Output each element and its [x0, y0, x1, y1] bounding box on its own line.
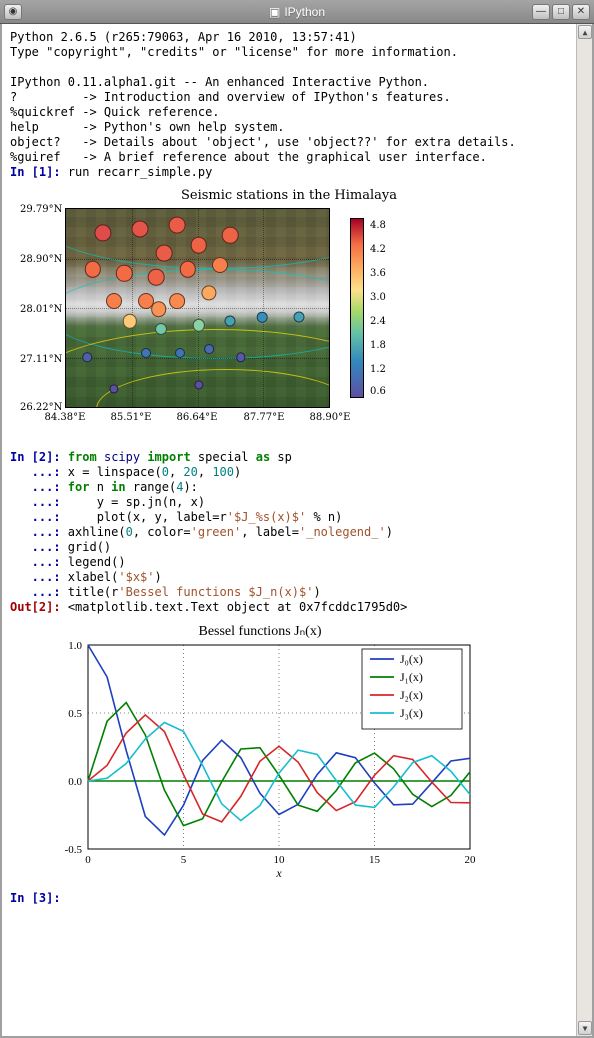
- vertical-scrollbar[interactable]: ▲ ▼: [576, 24, 592, 1036]
- colorbar-tick: 4.2: [370, 244, 386, 257]
- input-cell-2: In [2]: from scipy import special as sp …: [10, 450, 568, 615]
- seismic-station: [212, 257, 228, 273]
- colorbar-tick: 2.4: [370, 316, 386, 329]
- ipython-terminal[interactable]: Python 2.6.5 (r265:79063, Apr 16 2010, 1…: [2, 24, 576, 1036]
- window-title: IPython: [284, 5, 325, 19]
- colorbar-tick: 3.6: [370, 268, 386, 281]
- svg-text:0.5: 0.5: [68, 708, 82, 720]
- seismic-station: [141, 348, 151, 358]
- seismic-station: [132, 221, 149, 238]
- scroll-down-button[interactable]: ▼: [578, 1021, 592, 1035]
- seismic-xtick: 88.90°E: [310, 412, 351, 425]
- seismic-xtick: 86.64°E: [177, 412, 218, 425]
- colorbar-tick: 0.6: [370, 386, 386, 399]
- svg-text:20: 20: [465, 854, 477, 866]
- bessel-title: Bessel functions Jₙ(x): [198, 624, 321, 639]
- input-cell-1: In [1]: run recarr_simple.py: [10, 165, 568, 180]
- seismic-ytick: 28.90°N: [20, 254, 62, 267]
- svg-text:-0.5: -0.5: [65, 844, 83, 856]
- seismic-station: [151, 301, 167, 317]
- content-pane: Python 2.6.5 (r265:79063, Apr 16 2010, 1…: [0, 24, 594, 1038]
- svg-text:10: 10: [274, 854, 286, 866]
- seismic-station: [155, 323, 167, 335]
- seismic-title: Seismic stations in the Himalaya: [10, 188, 568, 204]
- colorbar-tick: 4.8: [370, 220, 386, 233]
- svg-text:x: x: [275, 866, 282, 880]
- seismic-xtick: 85.51°E: [111, 412, 152, 425]
- seismic-map: [65, 208, 330, 408]
- colorbar-tick: 1.2: [370, 364, 386, 377]
- seismic-station: [156, 245, 173, 262]
- seismic-station: [148, 269, 165, 286]
- seismic-station: [225, 316, 236, 327]
- seismic-xtick: 84.38°E: [45, 412, 86, 425]
- seismic-ytick: 29.79°N: [20, 204, 62, 217]
- close-button[interactable]: ✕: [572, 4, 590, 20]
- maximize-button[interactable]: □: [552, 4, 570, 20]
- seismic-station: [84, 261, 100, 277]
- seismic-station: [222, 227, 239, 244]
- seismic-station: [169, 293, 185, 309]
- svg-text:0: 0: [85, 854, 91, 866]
- svg-text:15: 15: [369, 854, 381, 866]
- seismic-xtick: 87.77°E: [244, 412, 285, 425]
- svg-text:J₃(x): J₃(x): [400, 706, 423, 720]
- svg-text:J₁(x): J₁(x): [400, 670, 423, 684]
- window-menu-button[interactable]: ◉: [4, 4, 22, 20]
- seismic-colorbar: [350, 218, 364, 398]
- seismic-station: [175, 348, 185, 358]
- window-titlebar: ◉ ▣ IPython — □ ✕: [0, 0, 594, 24]
- python-banner: Python 2.6.5 (r265:79063, Apr 16 2010, 1…: [10, 30, 568, 165]
- colorbar-tick: 3.0: [370, 292, 386, 305]
- seismic-station: [294, 312, 305, 323]
- seismic-plot: Seismic stations in the Himalaya 29.79°N…: [10, 188, 568, 438]
- seismic-ytick: 27.11°N: [20, 354, 62, 367]
- colorbar-tick: 1.8: [370, 340, 386, 353]
- svg-text:1.0: 1.0: [68, 640, 82, 652]
- minimize-button[interactable]: —: [532, 4, 550, 20]
- seismic-station: [106, 293, 122, 309]
- svg-text:0.0: 0.0: [68, 776, 82, 788]
- svg-text:J₀(x): J₀(x): [400, 652, 423, 666]
- input-cell-3: In [3]:: [10, 891, 568, 906]
- seismic-station: [169, 217, 186, 234]
- scroll-up-button[interactable]: ▲: [578, 25, 592, 39]
- seismic-station: [82, 352, 92, 362]
- window-app-icon: ▣: [269, 5, 280, 19]
- svg-text:J₂(x): J₂(x): [400, 688, 423, 702]
- bessel-plot: Bessel functions Jₙ(x) 0 5 10 15 20 1.0 0.5 0.0…: [40, 621, 480, 881]
- seismic-station: [257, 312, 268, 323]
- seismic-station: [204, 344, 214, 354]
- svg-text:5: 5: [181, 854, 187, 866]
- seismic-station: [190, 237, 207, 254]
- seismic-ytick: 28.01°N: [20, 304, 62, 317]
